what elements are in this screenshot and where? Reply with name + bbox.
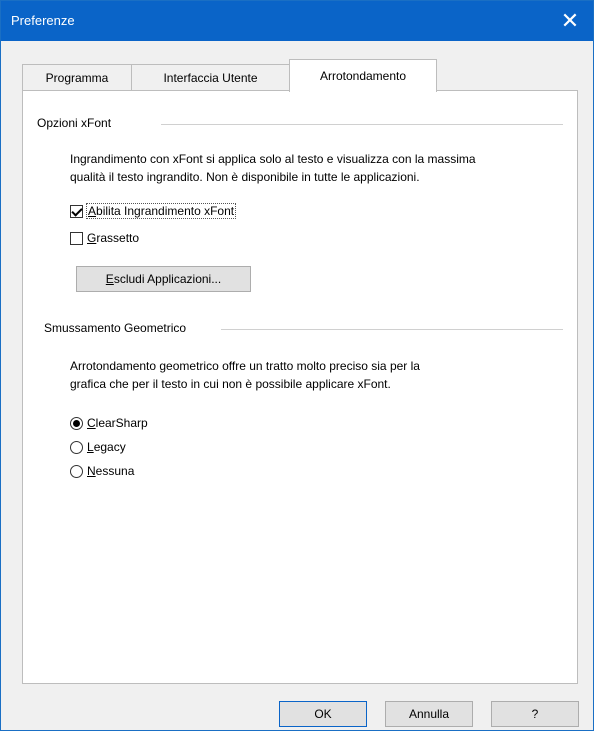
preferences-dialog: Preferenze ✕ Programma Interfaccia Utent… [0,0,594,731]
window-title: Preferenze [11,13,75,28]
enable-xfont-checkbox-row[interactable]: Abilita Ingrandimento xFont [70,203,237,219]
cancel-label: Annulla [408,707,450,721]
group-divider [221,329,563,330]
exclude-applications-label: Escludi Applicazioni... [105,272,222,286]
tab-programma[interactable]: Programma [22,64,132,91]
cancel-button[interactable]: Annulla [385,701,473,727]
bold-checkbox-row[interactable]: Grassetto [70,231,139,245]
tab-label: Programma [45,71,109,85]
enable-xfont-label: Abilita Ingrandimento xFont [85,203,237,219]
help-label: ? [531,707,539,721]
tab-interfaccia-utente[interactable]: Interfaccia Utente [131,64,290,91]
xfont-group-label: Opzioni xFont [37,116,122,130]
smoothing-description-line: grafica che per il testo in cui non è po… [70,377,391,391]
tab-label: Arrotondamento [319,69,407,83]
radio-legacy-label: Legacy [87,440,126,454]
exclude-applications-button[interactable]: Escludi Applicazioni... [76,266,251,292]
tab-label: Interfaccia Utente [163,71,258,85]
ok-button[interactable]: OK [279,701,367,727]
xfont-description-line: Ingrandimento con xFont si applica solo … [70,152,476,166]
radio-clearsharp-label: ClearSharp [87,416,148,430]
smoothing-description: Arrotondamento geometrico offre un tratt… [70,357,570,393]
tab-panel: Opzioni xFont Ingrandimento con xFont si… [22,90,578,684]
help-button[interactable]: ? [491,701,579,727]
title-bar: Preferenze ✕ [1,1,593,41]
smoothing-group-label: Smussamento Geometrico [44,321,197,335]
ok-label: OK [314,707,332,721]
radio-nessuna-label: Nessuna [87,464,135,478]
radio-clearsharp-button[interactable] [70,416,83,430]
group-divider [161,124,563,125]
radio-nessuna-button[interactable] [70,464,83,478]
enable-xfont-checkbox[interactable] [70,204,83,218]
xfont-description-line: qualità il testo ingrandito. Non è dispo… [70,170,420,184]
tab-strip: Programma Interfaccia Utente Arrotondame… [22,59,582,92]
close-icon: ✕ [560,8,580,33]
radio-legacy[interactable]: Legacy [70,440,126,454]
radio-clearsharp[interactable]: ClearSharp [70,416,148,430]
bold-label: Grassetto [87,231,140,245]
xfont-description: Ingrandimento con xFont si applica solo … [70,150,570,186]
tab-arrotondamento[interactable]: Arrotondamento [289,59,437,92]
close-button[interactable]: ✕ [547,1,593,41]
smoothing-description-line: Arrotondamento geometrico offre un tratt… [70,359,420,373]
radio-nessuna[interactable]: Nessuna [70,464,134,478]
bold-checkbox[interactable] [70,231,83,245]
radio-legacy-button[interactable] [70,440,83,454]
